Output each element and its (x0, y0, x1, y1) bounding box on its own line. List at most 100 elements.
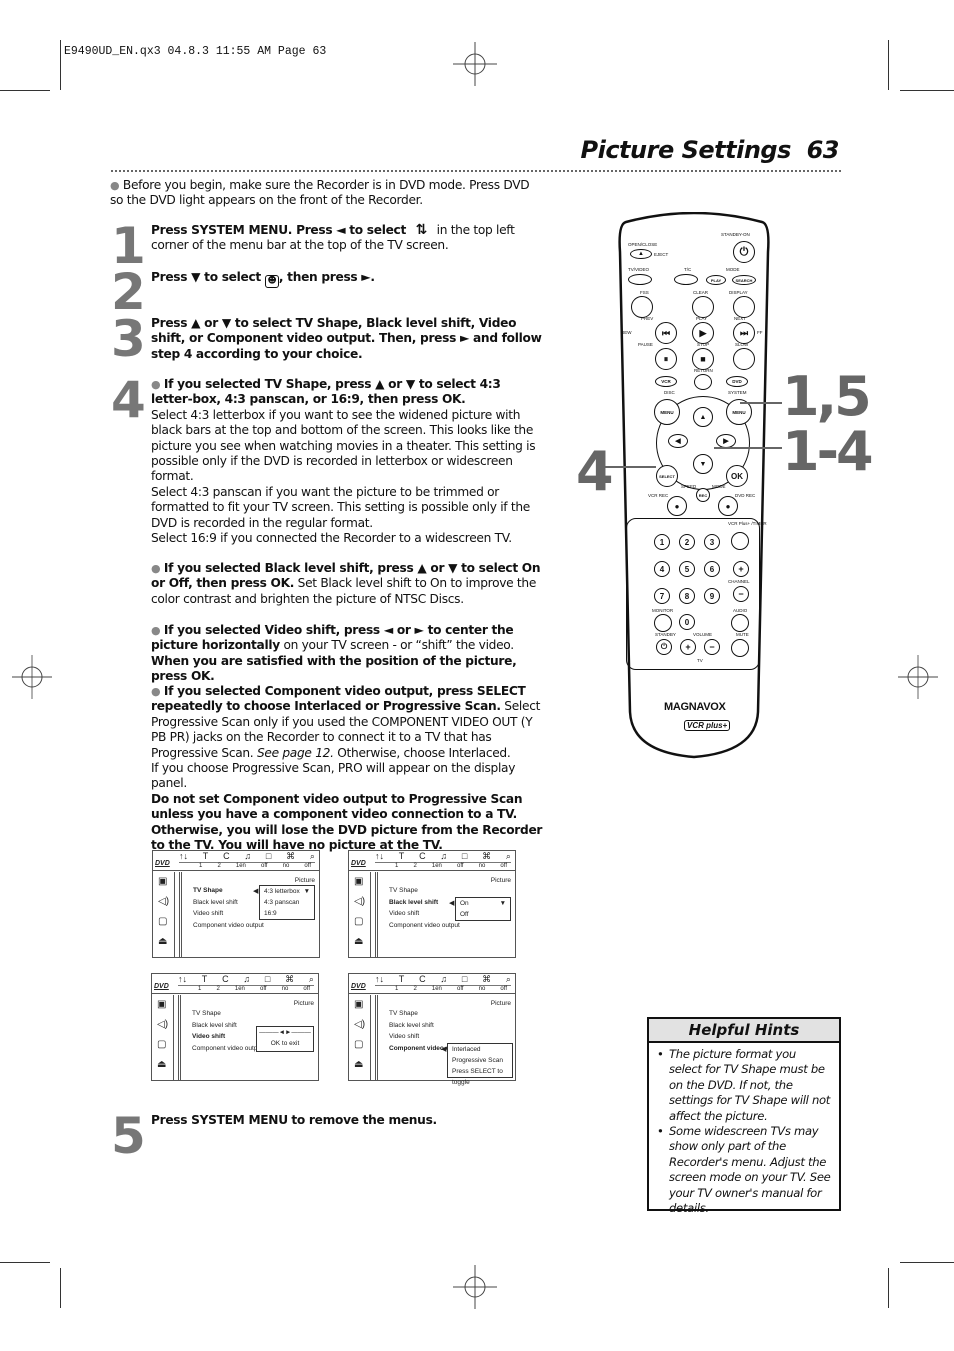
bullet-icon: ● (151, 378, 161, 391)
magnavox-logo: MAGNAVOX (664, 701, 726, 713)
menu-top-bar: DVD ↑↓ T C ♫ □ ⌘ ⌕ 1 2 1en off no off (153, 851, 319, 871)
vcr-plus-timer-button[interactable] (731, 532, 749, 550)
step-2: Press ▼ to select ☻, then press ►. (151, 270, 543, 288)
eject-button[interactable]: ▲ (630, 249, 652, 259)
registration-mark-icon (453, 42, 497, 86)
menu-row: TV Shape (193, 887, 223, 894)
dvd-logo-icon: DVD (155, 860, 170, 867)
next-button[interactable]: ⏭ (733, 322, 755, 344)
digit-7-button[interactable]: 7 (654, 588, 670, 604)
digit-5-button[interactable]: 5 (679, 561, 695, 577)
display-button[interactable] (733, 296, 755, 318)
rec-button[interactable]: REC (696, 488, 710, 502)
vcr-rec-button[interactable]: ● (667, 496, 687, 516)
disc-menu-button[interactable]: MENU (654, 399, 680, 425)
step-2-instruction-end: , then press ►. (278, 270, 375, 284)
return-button[interactable] (694, 374, 712, 390)
menu-tab-icon: C (223, 851, 230, 861)
setup-icon: ⏏ (354, 1059, 364, 1070)
menu-options-popup: Interlaced Progressive Scan Press SELECT t… (447, 1042, 513, 1086)
menu-tab-value: 2 (217, 863, 221, 869)
menu-row: Video shift (192, 1033, 226, 1040)
prev-button[interactable]: ⏮ (655, 322, 677, 344)
digit-8-button[interactable]: 8 (679, 588, 695, 604)
sound-icon: ◁) (354, 1019, 366, 1030)
digit-2-button[interactable]: 2 (679, 534, 695, 550)
menu-tab-value: no (478, 863, 486, 869)
menu-tab-icon: □ (265, 851, 272, 861)
menu-option: Press SELECT to toggle (452, 1067, 503, 1086)
system-label: SYSTEM (728, 390, 747, 395)
standby-button[interactable]: ⏻ (656, 639, 672, 655)
audio-button[interactable] (731, 614, 749, 632)
tc-button[interactable] (674, 274, 698, 285)
menu-row: Component video output (389, 921, 460, 929)
hints-list: The picture format you select for TV Sha… (649, 1043, 839, 1216)
monitor-button[interactable] (654, 614, 672, 632)
right-button[interactable]: ▶ (716, 434, 736, 448)
select-button[interactable]: SELECT (656, 465, 678, 487)
volume-down-button[interactable]: − (704, 639, 720, 655)
callout-leader (604, 466, 656, 468)
volume-up-button[interactable]: + (680, 639, 696, 655)
fss-button[interactable] (631, 296, 653, 318)
search-mode-button[interactable]: SEARCH (732, 275, 756, 285)
return-label: RETURN (694, 368, 713, 373)
menu-tab-value: 1 (395, 986, 399, 992)
clear-button[interactable] (692, 296, 714, 318)
digit-6-button[interactable]: 6 (704, 561, 720, 577)
ok-button[interactable]: OK (726, 465, 748, 487)
down-button[interactable]: ▼ (693, 454, 713, 474)
crop-mark (888, 40, 889, 90)
digit-3-button[interactable]: 3 (704, 534, 720, 550)
menu-tab-icon: □ (264, 974, 271, 984)
mute-button[interactable] (731, 639, 749, 657)
step-3: Press ▲ or ▼ to select TV Shape, Black l… (151, 316, 542, 361)
dvd-button[interactable]: DVD (726, 376, 748, 387)
menu-tab-icon: □ (461, 974, 468, 984)
stop-button[interactable]: ■ (692, 348, 714, 370)
menu-tab-icon: ↑↓ (375, 974, 384, 984)
menu-tab-icon: ♫ (440, 974, 448, 984)
play-mode-button[interactable]: PLAY (706, 275, 726, 285)
pause-button[interactable]: ⏸ (655, 348, 677, 370)
up-button[interactable]: ▲ (693, 407, 713, 427)
menu-tab-value: off (500, 863, 507, 869)
menu-tab-value: 1en (431, 863, 442, 869)
channel-up-button[interactable]: + (733, 561, 749, 577)
menu-icon-row: ↑↓ T C ♫ □ ⌘ ⌕ (375, 851, 511, 861)
component-instruction: If you selected Component video output, … (151, 684, 526, 714)
digit-4-button[interactable]: 4 (654, 561, 670, 577)
menu-tab-value: off (260, 863, 268, 869)
file-slug: E9490UD_EN.qx3 04.8.3 11:55 AM Page 63 (64, 45, 327, 58)
menu-tab-icon: ⌕ (309, 851, 315, 861)
left-button[interactable]: ◀ (668, 434, 688, 448)
open-close-label: OPEN/CLOSE (628, 242, 658, 247)
channel-down-button[interactable]: − (733, 586, 749, 602)
slow-button[interactable] (733, 348, 755, 370)
vcr-button[interactable]: VCR (655, 376, 677, 387)
standby-on-button[interactable]: ⏻ (733, 241, 755, 263)
intro-paragraph: ● Before you begin, make sure the Record… (110, 178, 540, 209)
digit-1-button[interactable]: 1 (654, 534, 670, 550)
menu-tab-value: off (456, 986, 464, 992)
menu-row: Black level shift (193, 898, 238, 906)
menu-row: Video shift (389, 1033, 420, 1040)
tv-shape-instruction: If you selected TV Shape, press ▲ or ▼ t… (151, 377, 501, 407)
picture-icon: ▣ (354, 876, 364, 887)
menu-tab-value: no (281, 986, 289, 992)
dvd-rec-button[interactable]: ● (718, 496, 738, 516)
digit-9-button[interactable]: 9 (704, 588, 720, 604)
menu-tab-icon: ⌕ (308, 974, 314, 984)
menu-row: TV Shape (192, 1010, 221, 1017)
registration-mark-icon (453, 1265, 497, 1309)
menu-options-popup: 4:3 letterbox ▼ 4:3 panscan 16:9 (259, 885, 315, 920)
sound-icon: ◁) (158, 896, 170, 907)
play-button[interactable]: ▶ (692, 322, 714, 344)
menu-panel-title: Picture (490, 877, 511, 884)
speed-label: SPEED (681, 484, 697, 489)
shift-hint: OK to exit (270, 1040, 300, 1047)
digit-0-button[interactable]: 0 (679, 614, 695, 630)
language-icon: ▢ (354, 916, 364, 927)
tv-video-button[interactable] (628, 274, 652, 285)
